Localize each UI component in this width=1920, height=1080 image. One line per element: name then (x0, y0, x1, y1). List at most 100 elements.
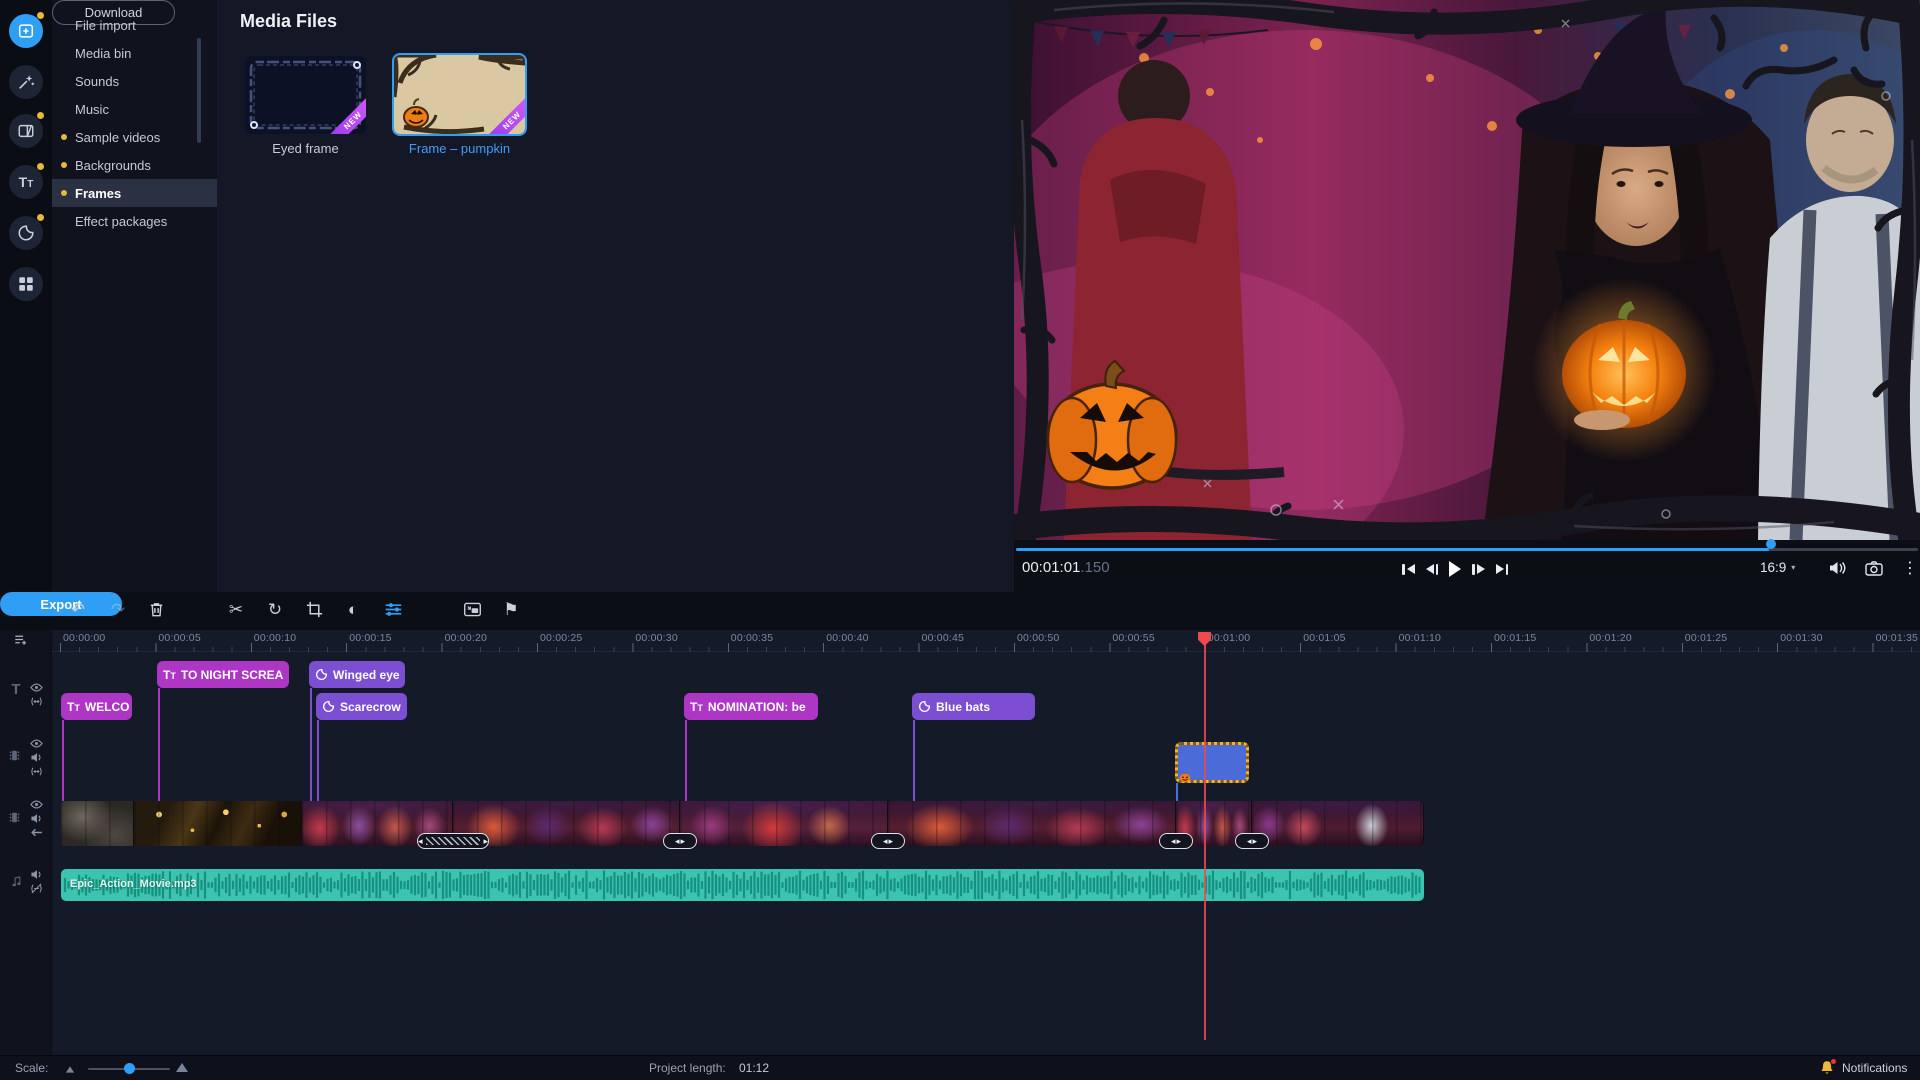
video-clip[interactable] (1252, 801, 1424, 846)
menu-item-label: Media bin (75, 46, 131, 61)
transitions-icon (17, 122, 35, 140)
audio-clip[interactable]: Epic_Action_Movie.mp3 (61, 869, 1424, 901)
video-track-mute-toggle[interactable] (28, 811, 44, 825)
preview-video (1014, 0, 1920, 540)
snapshot-camera-button[interactable] (1862, 557, 1886, 579)
title-clip-to-night-screa[interactable]: TTTO NIGHT SCREA (157, 661, 289, 688)
update-dot (37, 112, 44, 119)
play-button[interactable] (1449, 560, 1461, 578)
clip-label: WELCO (85, 700, 130, 714)
clip-connector (317, 720, 319, 801)
ruler-label: 00:01:20 (1589, 632, 1631, 644)
flag-button[interactable]: ⚑ (498, 596, 524, 622)
new-content-dot (61, 162, 67, 168)
ruler-label: 00:00:20 (445, 632, 487, 644)
sidebar-item-music[interactable]: Music (52, 95, 217, 123)
title-track-link-toggle[interactable] (28, 694, 44, 708)
timeline-ruler[interactable]: 00:00:0000:00:0500:00:1000:00:1500:00:20… (52, 630, 1920, 652)
skip-to-end-button[interactable] (1496, 560, 1509, 578)
video-clip[interactable] (888, 801, 1176, 846)
contrast-button[interactable]: ◐ (340, 596, 366, 622)
video-track-move-back-button[interactable] (28, 825, 44, 839)
title-clip-welco[interactable]: TT WELCO (61, 693, 132, 720)
sidebar-item-media-bin[interactable]: Media bin (52, 39, 217, 67)
sidebar-item-backgrounds[interactable]: Backgrounds (52, 151, 217, 179)
aspect-ratio-dropdown[interactable]: 16:9 ▾ (1760, 560, 1795, 575)
video-clip[interactable] (680, 801, 888, 846)
title-icon: TT (67, 701, 80, 713)
trash-button[interactable] (143, 596, 169, 622)
title-clip-blue-bats[interactable]: Blue bats (912, 693, 1035, 720)
ruler-label: 00:01:15 (1494, 632, 1536, 644)
overlay-clip-pumpkin-frame[interactable] (1175, 742, 1249, 783)
overlay-track-visibility-toggle[interactable] (28, 736, 44, 750)
video-clip[interactable] (134, 801, 302, 846)
more-options-button[interactable]: ⋮ (1898, 557, 1920, 579)
project-length-label: Project length: (649, 1061, 726, 1075)
notifications-button[interactable]: Notifications (1820, 1060, 1907, 1076)
seek-track[interactable] (1016, 548, 1918, 551)
media-item-frame-pumpkin[interactable]: NEW (392, 53, 527, 136)
overlay-track-icon (6, 748, 22, 762)
sidebar-effects-button[interactable] (9, 267, 43, 301)
menu-scrollbar[interactable] (197, 38, 201, 143)
transition-marker[interactable]: ◂▸ (1159, 833, 1193, 849)
sidebar-item-frames[interactable]: Frames (52, 179, 217, 207)
sidebar-file-import-button[interactable] (9, 14, 43, 48)
title-clip-scarecrow[interactable]: Scarecrow (316, 693, 407, 720)
overlay-clip-connector (1176, 783, 1178, 801)
title-clip-nomination-be[interactable]: TTNOMINATION: be (684, 693, 818, 720)
sidebar-item-file-import[interactable]: File import (52, 11, 217, 39)
title-clip-winged-eye[interactable]: Winged eye (309, 661, 405, 688)
transition-marker[interactable]: ◂▸ (417, 833, 489, 849)
sidebar-stickers-button[interactable] (9, 216, 43, 250)
seek-bar[interactable] (1014, 543, 1920, 555)
sidebar-titles-button[interactable]: TT (9, 165, 43, 199)
transition-marker[interactable]: ◂▸ (871, 833, 905, 849)
ruler-label: 00:00:50 (1017, 632, 1059, 644)
media-item-eyed-frame[interactable]: NEW (245, 56, 366, 134)
undo-button[interactable]: ↶ (65, 596, 91, 622)
rotate-button[interactable]: ↻ (262, 596, 288, 622)
scale-slider-knob[interactable] (124, 1063, 135, 1074)
crop-button[interactable] (301, 596, 327, 622)
menu-item-label: Frames (75, 186, 121, 201)
audio-track-unlink-toggle[interactable] (28, 881, 44, 895)
menu-item-label: Effect packages (75, 214, 167, 229)
ruler-label: 00:00:05 (158, 632, 200, 644)
export-button[interactable]: Export (0, 592, 122, 616)
skip-to-start-button[interactable] (1402, 560, 1415, 578)
ruler-label: 00:01:30 (1780, 632, 1822, 644)
zoom-out-icon[interactable] (66, 1066, 74, 1072)
redo-button[interactable]: ↷ (105, 596, 131, 622)
sidebar-item-sample-videos[interactable]: Sample videos (52, 123, 217, 151)
sidebar-transitions-button[interactable] (9, 114, 43, 148)
audio-track-mute-toggle[interactable] (28, 867, 44, 881)
status-bar: Scale: Project length: 01:12 Notificatio… (0, 1055, 1920, 1080)
video-track-icon (6, 810, 22, 824)
video-clip[interactable] (61, 801, 134, 846)
add-track-button[interactable] (12, 632, 28, 646)
overlay-track-mute-toggle[interactable] (28, 750, 44, 764)
next-frame-button[interactable] (1472, 560, 1485, 578)
sidebar-item-effect-packages[interactable]: Effect packages (52, 207, 217, 235)
video-track-visibility-toggle[interactable] (28, 797, 44, 811)
title-track-visibility-toggle[interactable] (28, 680, 44, 694)
sidebar-filters-button[interactable] (9, 65, 43, 99)
update-dot (37, 214, 44, 221)
bell-icon (1820, 1060, 1835, 1076)
transition-marker[interactable]: ◂▸ (663, 833, 697, 849)
previous-frame-button[interactable] (1426, 560, 1439, 578)
preview-volume-button[interactable] (1826, 557, 1850, 579)
transition-marker[interactable]: ◂▸ (1235, 833, 1269, 849)
clip-connector (158, 688, 160, 801)
new-content-dot (61, 190, 67, 196)
title-track-icon: T (8, 682, 24, 696)
overlay-track-link-toggle[interactable] (28, 764, 44, 778)
zoom-in-icon[interactable] (176, 1063, 188, 1072)
sliders-button[interactable] (380, 596, 406, 622)
seek-knob[interactable] (1766, 539, 1776, 549)
sidebar-item-sounds[interactable]: Sounds (52, 67, 217, 95)
pip-button[interactable] (459, 596, 485, 622)
scissors-button[interactable]: ✂ (223, 596, 249, 622)
